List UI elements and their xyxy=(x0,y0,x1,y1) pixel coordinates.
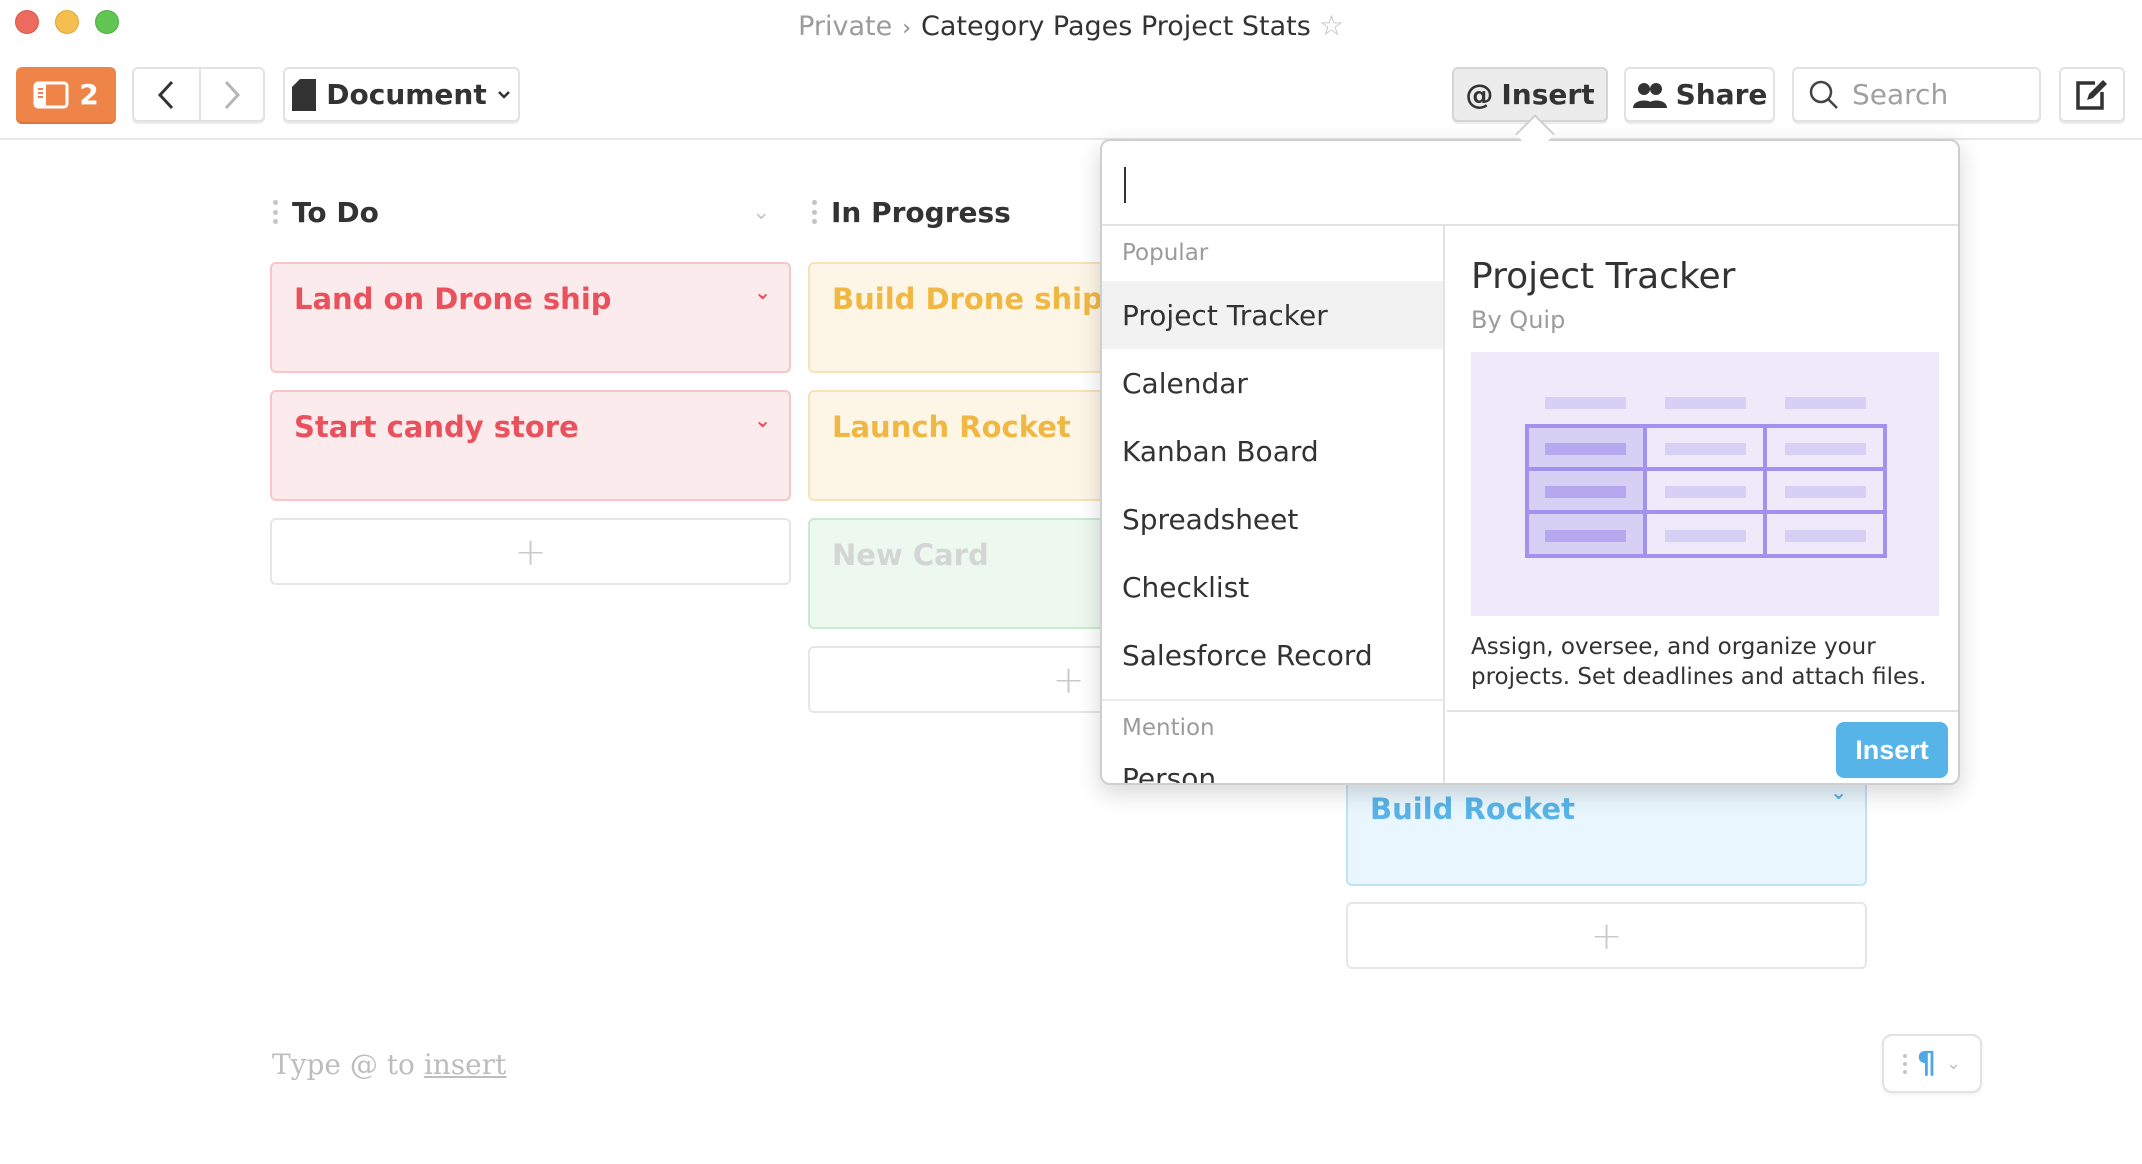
paragraph-style-button[interactable]: ¶ ⌄ xyxy=(1882,1034,1982,1093)
card-title: Land on Drone ship xyxy=(294,282,612,316)
card-title: Build Rocket xyxy=(1370,792,1575,826)
text-caret xyxy=(1124,167,1126,203)
compose-icon xyxy=(2076,79,2107,110)
document-menu-button[interactable]: Document xyxy=(283,67,520,122)
star-outline-icon[interactable]: ☆ xyxy=(1319,9,1344,42)
sidebar-icon xyxy=(33,81,69,108)
back-button[interactable] xyxy=(134,69,199,120)
plus-icon: + xyxy=(1052,657,1085,702)
card-title: Launch Rocket xyxy=(832,410,1071,444)
chevron-down-icon xyxy=(497,90,510,99)
column-title: To Do xyxy=(292,195,379,229)
chevron-left-icon xyxy=(158,80,174,109)
search-placeholder: Search xyxy=(1852,78,1949,111)
preview-author: By Quip xyxy=(1471,306,1566,334)
insert-menu-list: Popular Project Tracker Calendar Kanban … xyxy=(1102,226,1445,783)
chevron-down-icon[interactable]: ⌄ xyxy=(754,280,771,304)
document-icon xyxy=(292,78,317,111)
compose-button[interactable] xyxy=(2059,67,2125,122)
card-title: Build Drone ship xyxy=(832,282,1103,316)
title-bar: Private › Category Pages Project Stats ☆ xyxy=(0,8,2142,47)
insert-button-label: Insert xyxy=(1501,78,1595,111)
insert-preview-panel: Project Tracker By Quip Assign, oversee,… xyxy=(1447,226,1958,783)
menu-item-salesforce-record[interactable]: Salesforce Record xyxy=(1102,621,1443,689)
menu-item-kanban-board[interactable]: Kanban Board xyxy=(1102,417,1443,485)
menu-item-checklist[interactable]: Checklist xyxy=(1102,553,1443,621)
drag-handle-icon[interactable] xyxy=(811,200,817,224)
document-menu-label: Document xyxy=(326,78,487,111)
search-icon xyxy=(1809,80,1838,109)
preview-footer: Insert xyxy=(1447,710,1958,783)
chevron-right-icon: › xyxy=(902,16,912,41)
menu-item-project-tracker[interactable]: Project Tracker xyxy=(1102,281,1443,349)
chevron-down-icon[interactable]: ⌄ xyxy=(752,200,770,225)
breadcrumb-private[interactable]: Private xyxy=(798,11,892,42)
card-build-rocket[interactable]: Build Rocket ⌄ xyxy=(1346,772,1867,886)
drag-handle-icon[interactable] xyxy=(272,200,278,224)
pilcrow-icon: ¶ xyxy=(1916,1046,1936,1081)
drag-handle-icon[interactable] xyxy=(1902,1053,1907,1074)
section-label-mention: Mention xyxy=(1122,715,1215,741)
placeholder-text: Type @ to xyxy=(272,1048,424,1081)
search-input[interactable]: Search xyxy=(1792,67,2041,122)
add-card-button[interactable]: + xyxy=(1346,902,1867,969)
insert-menu-popup: Popular Project Tracker Calendar Kanban … xyxy=(1100,139,1960,785)
chevron-right-icon xyxy=(224,80,240,109)
card-start-candy-store[interactable]: Start candy store ⌄ xyxy=(270,390,791,501)
navigation-buttons xyxy=(132,67,265,122)
card-land-on-drone-ship[interactable]: Land on Drone ship ⌄ xyxy=(270,262,791,373)
chevron-down-icon[interactable]: ⌄ xyxy=(754,408,771,432)
preview-description: Assign, oversee, and organize your proje… xyxy=(1471,634,1927,690)
table-illustration-icon xyxy=(1525,397,1887,558)
forward-button[interactable] xyxy=(198,69,264,120)
card-title: Start candy store xyxy=(294,410,579,444)
plus-icon: + xyxy=(514,529,547,574)
insert-button[interactable]: @ Insert xyxy=(1452,67,1608,122)
at-sign-icon: @ xyxy=(1465,78,1494,111)
column-title: In Progress xyxy=(831,195,1011,229)
preview-title: Project Tracker xyxy=(1471,256,1736,297)
sidebar-toggle-button[interactable]: 2 xyxy=(16,67,116,122)
insert-link[interactable]: insert xyxy=(424,1048,507,1081)
insert-confirm-button[interactable]: Insert xyxy=(1836,722,1948,778)
card-title: New Card xyxy=(832,538,989,572)
share-button[interactable]: Share xyxy=(1624,67,1775,122)
column-header-todo[interactable]: To Do xyxy=(272,192,379,232)
share-button-label: Share xyxy=(1675,78,1768,111)
chevron-down-icon: ⌄ xyxy=(1946,1053,1962,1074)
section-label-popular: Popular xyxy=(1122,240,1209,266)
column-header-in-progress[interactable]: In Progress xyxy=(811,192,1011,232)
editor-placeholder[interactable]: Type @ to insert xyxy=(272,1048,506,1081)
sidebar-count: 2 xyxy=(79,78,99,111)
add-card-button[interactable]: + xyxy=(270,518,791,585)
menu-item-spreadsheet[interactable]: Spreadsheet xyxy=(1102,485,1443,553)
project-tracker-preview-image xyxy=(1471,352,1939,616)
menu-item-person[interactable]: Person xyxy=(1102,756,1443,783)
menu-item-calendar[interactable]: Calendar xyxy=(1102,349,1443,417)
plus-icon: + xyxy=(1590,913,1623,958)
document-title: Category Pages Project Stats xyxy=(921,11,1311,42)
insert-search-input[interactable] xyxy=(1102,141,1958,226)
people-icon xyxy=(1632,82,1667,108)
